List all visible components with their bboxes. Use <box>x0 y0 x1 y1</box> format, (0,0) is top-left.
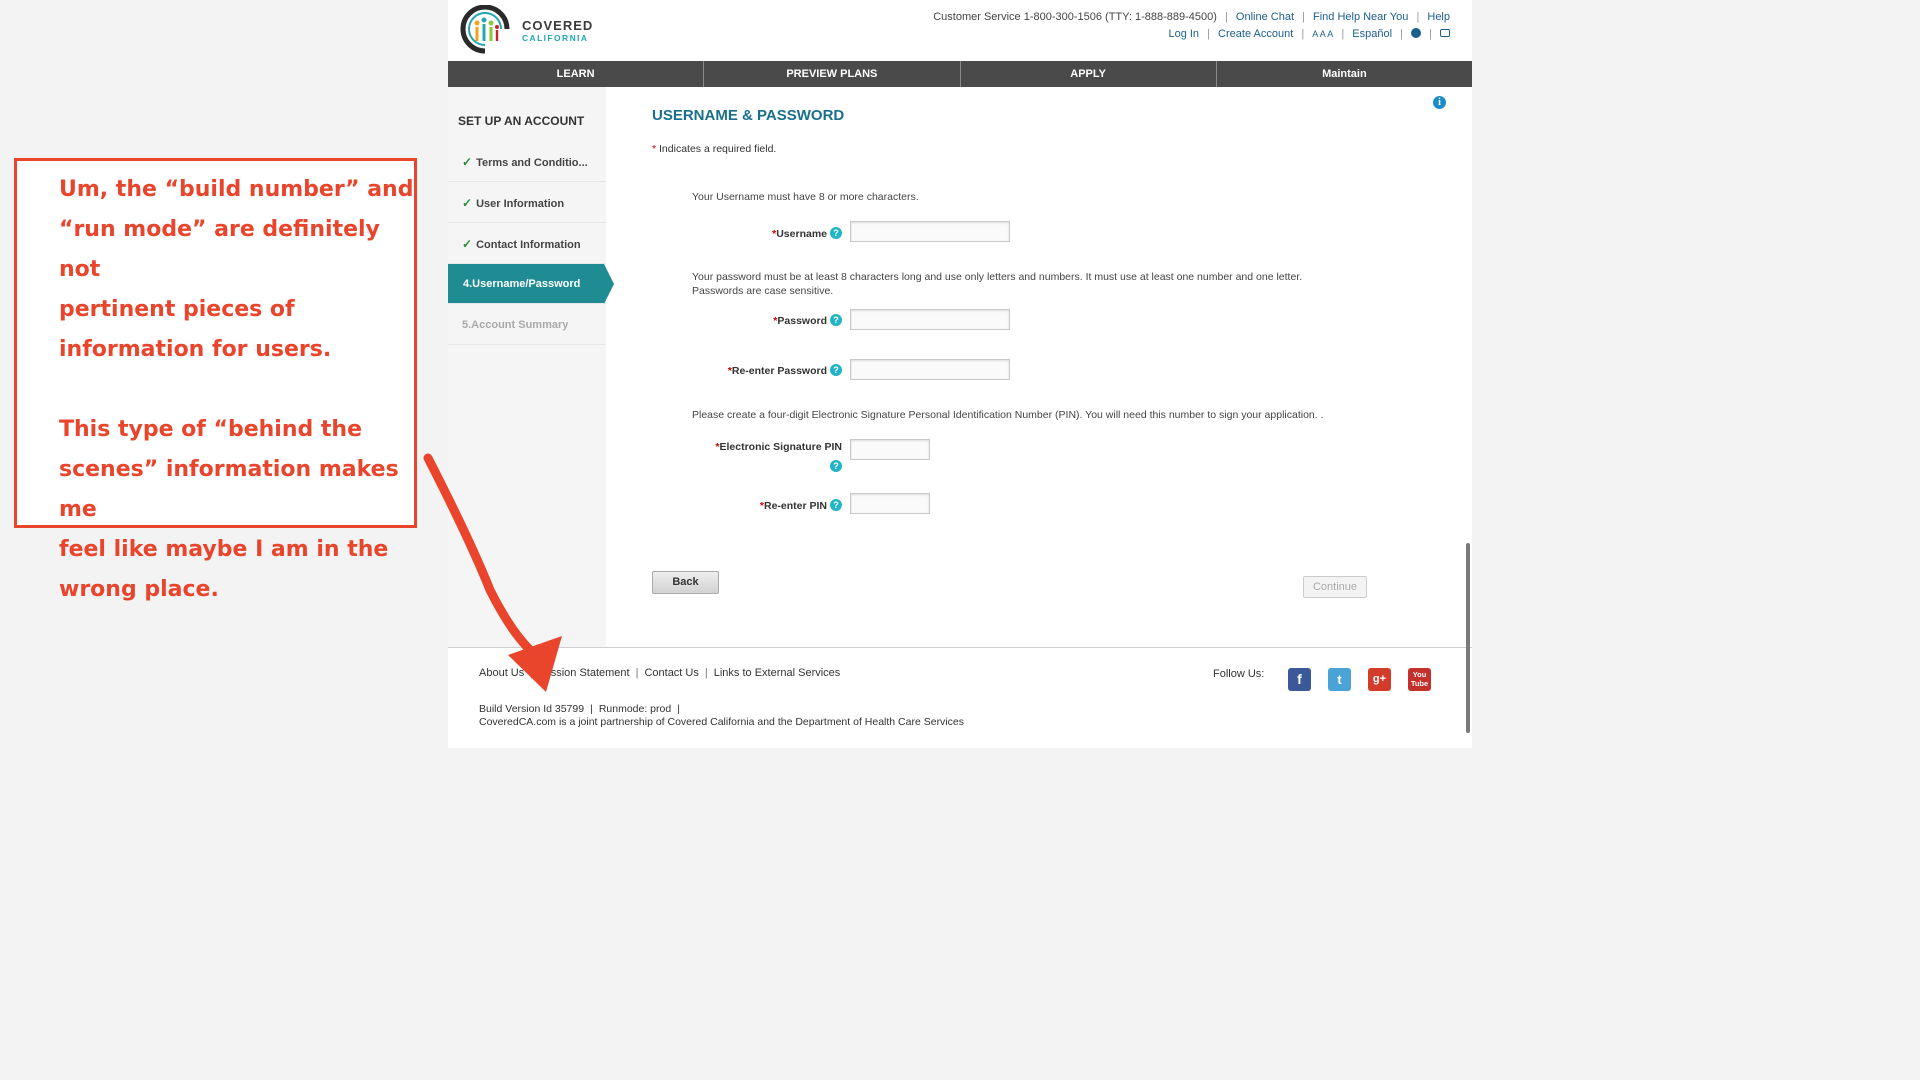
google-plus-icon[interactable]: g+ <box>1368 668 1391 691</box>
main-nav: LEARN PREVIEW PLANS APPLY Maintain <box>448 61 1472 87</box>
account-setup-sidebar: SET UP AN ACCOUNT ✓ Terms and Conditio...… <box>448 87 614 647</box>
help-icon[interactable]: ? <box>830 499 842 511</box>
checkmark-icon: ✓ <box>462 155 473 169</box>
facebook-icon[interactable]: f <box>1288 668 1311 691</box>
scrollbar[interactable] <box>1466 543 1470 733</box>
external-services-link[interactable]: Links to External Services <box>714 667 841 679</box>
step-contact-information[interactable]: ✓ Contact Information <box>448 224 606 264</box>
info-icon[interactable]: i <box>1433 96 1446 109</box>
help-icon[interactable]: ? <box>830 460 842 472</box>
covered-california-logo[interactable]: COVERED CALIFORNIA <box>455 4 595 55</box>
twitter-icon[interactable]: t <box>1328 668 1351 691</box>
partnership-text: CoveredCA.com is a joint partnership of … <box>479 716 964 728</box>
help-icon[interactable]: ? <box>830 227 842 239</box>
checkmark-icon: ✓ <box>462 196 473 210</box>
contact-us-link[interactable]: Contact Us <box>644 667 698 679</box>
help-icon[interactable]: ? <box>830 314 842 326</box>
reenter-password-input[interactable] <box>850 359 1010 380</box>
step-account-summary: 5.Account Summary <box>448 305 606 345</box>
nav-tab-preview-plans[interactable]: PREVIEW PLANS <box>704 61 961 87</box>
espanol-link[interactable]: Español <box>1352 28 1392 40</box>
footer-links: About Us | Mission Statement | Contact Us | Li… <box>479 667 841 679</box>
step-username-password[interactable]: 4.Username/Password <box>448 264 614 304</box>
build-info: Build Version Id 35799 | Runmode: prod | <box>479 703 680 715</box>
password-label-text: Password <box>777 315 827 327</box>
required-note: * Indicates a required field. <box>652 143 777 155</box>
password-input[interactable] <box>850 309 1010 330</box>
follow-us-label: Follow Us: <box>1213 668 1265 680</box>
step-label: Contact Information <box>476 239 581 251</box>
step-user-information[interactable]: ✓ User Information <box>448 183 606 223</box>
site-header: COVERED CALIFORNIA Customer Service 1-80… <box>448 0 1472 61</box>
page-title: USERNAME & PASSWORD <box>652 107 845 124</box>
reenter-pin-label: *Re-enter PIN? <box>642 499 842 512</box>
reenter-password-label-text: Re-enter Password <box>731 365 827 377</box>
password-label: *Password? <box>642 314 842 327</box>
create-account-link[interactable]: Create Account <box>1218 28 1293 40</box>
help-icon[interactable]: ? <box>830 364 842 376</box>
youtube-icon[interactable]: You Tube <box>1408 668 1431 691</box>
pin-help: ? <box>827 457 842 475</box>
runmode: Runmode: prod <box>598 703 672 715</box>
pin-label-text: Electronic Signature PIN <box>719 441 842 453</box>
login-link[interactable]: Log In <box>1168 28 1199 40</box>
step-label: 4.Username/Password <box>463 278 581 290</box>
reenter-pin-input[interactable] <box>850 493 930 514</box>
mission-statement-link[interactable]: Mission Statement <box>539 667 629 679</box>
reenter-password-label: *Re-enter Password? <box>642 364 842 377</box>
username-label: *Username? <box>642 227 842 240</box>
step-terms[interactable]: ✓ Terms and Conditio... <box>448 142 606 182</box>
page-panel: COVERED CALIFORNIA Customer Service 1-80… <box>448 0 1472 748</box>
checkmark-icon: ✓ <box>462 237 473 251</box>
username-label-text: Username <box>776 228 827 240</box>
about-us-link[interactable]: About Us <box>479 667 524 679</box>
step-label: Terms and Conditio... <box>476 157 588 169</box>
required-note-text: Indicates a required field. <box>659 143 777 155</box>
reenter-pin-label-text: Re-enter PIN <box>763 500 827 512</box>
back-button[interactable]: Back <box>652 571 719 594</box>
continue-button[interactable]: Continue <box>1303 576 1367 598</box>
nav-tab-maintain[interactable]: Maintain <box>1217 61 1472 87</box>
help-link[interactable]: Help <box>1427 11 1450 23</box>
annotation-callout: Um, the “build number” and “run mode” ar… <box>14 158 417 602</box>
globe-icon[interactable] <box>1411 28 1422 38</box>
logo-wordmark: COVERED CALIFORNIA <box>522 19 593 45</box>
logo-line1: COVERED <box>522 18 594 33</box>
annotation-text: Um, the “build number” and “run mode” ar… <box>59 177 414 602</box>
nav-tab-apply[interactable]: APPLY <box>961 61 1217 87</box>
pin-input[interactable] <box>850 439 930 460</box>
logo-icon <box>460 4 510 54</box>
step-label: User Information <box>476 198 565 210</box>
password-hint-1: Your password must be at least 8 charact… <box>692 271 1303 283</box>
form-area: USERNAME & PASSWORD i * Indicates a requ… <box>606 87 1472 647</box>
top-links-row1: Customer Service 1-800-300-1506 (TTY: 1-… <box>933 11 1450 23</box>
logo-line2: CALIFORNIA <box>522 33 589 43</box>
text-size-control[interactable]: A A A <box>1312 29 1333 39</box>
customer-service-text: Customer Service 1-800-300-1506 (TTY: 1-… <box>933 11 1217 23</box>
find-help-link[interactable]: Find Help Near You <box>1313 11 1408 23</box>
top-links-row2: Log In | Create Account | A A A | Españo… <box>1168 28 1450 40</box>
username-hint: Your Username must have 8 or more charac… <box>692 191 919 203</box>
sidebar-title: SET UP AN ACCOUNT <box>458 114 585 128</box>
site-footer: About Us | Mission Statement | Contact Us | Li… <box>448 647 1472 748</box>
step-label: 5.Account Summary <box>462 319 569 331</box>
pin-hint: Please create a four-digit Electronic Si… <box>692 409 1324 421</box>
build-version: Build Version Id 35799 <box>479 703 585 715</box>
username-input[interactable] <box>850 221 1010 242</box>
online-chat-link[interactable]: Online Chat <box>1236 11 1294 23</box>
pin-label: *Electronic Signature PIN <box>715 441 842 453</box>
nav-tab-learn[interactable]: LEARN <box>448 61 705 87</box>
print-icon[interactable] <box>1440 29 1450 37</box>
password-hint-2: Passwords are case sensitive. <box>692 285 834 297</box>
